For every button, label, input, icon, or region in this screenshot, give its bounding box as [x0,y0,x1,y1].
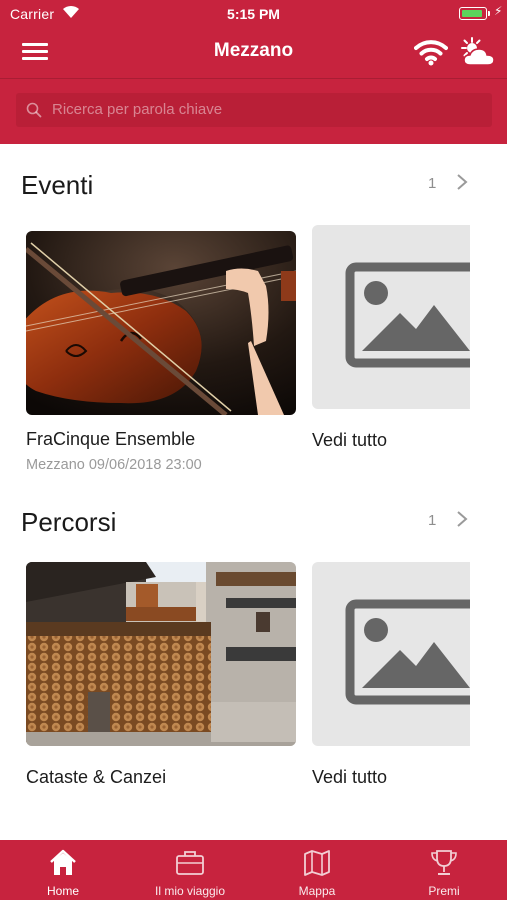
tab-home-label: Home [46,884,79,898]
see-all-eventi-link[interactable]: Vedi tutto [312,430,387,451]
trophy-icon [431,850,457,875]
search-icon [26,102,42,118]
weather-sun-cloud-icon[interactable] [458,36,498,68]
battery-tip [488,11,490,16]
tab-il-mio-viaggio[interactable]: Il mio viaggio [127,840,253,900]
see-all-percorsi-link[interactable]: Vedi tutto [312,767,387,788]
image-placeholder-icon [345,599,470,705]
tab-mappa[interactable]: Mappa [254,840,380,900]
status-bar: Carrier 5:15 PM ⚡ [0,0,507,28]
home-icon [50,849,76,875]
violin-photo [26,231,296,415]
wifi-icon[interactable] [414,38,448,66]
map-icon [304,850,330,876]
section-count-percorsi: 1 [428,512,437,529]
section-count-eventi: 1 [428,175,437,192]
bottom-tab-bar: Home Il mio viaggio Mappa Premi [0,840,507,900]
see-all-eventi-placeholder[interactable] [312,225,470,409]
app-header: Carrier 5:15 PM ⚡ Mezzano Ricerca per pa… [0,0,507,144]
chevron-right-icon[interactable] [455,510,469,528]
section-title-eventi: Eventi [21,170,94,200]
tab-premi[interactable]: Premi [381,840,507,900]
route-card-title[interactable]: Cataste & Canzei [26,767,166,788]
tab-premi-label: Premi [428,884,460,898]
suitcase-icon [176,851,204,875]
event-card-title[interactable]: FraCinque Ensemble [26,429,195,450]
event-card-image[interactable] [26,231,296,415]
tab-il-mio-viaggio-label: Il mio viaggio [154,884,226,898]
search-input[interactable]: Ricerca per parola chiave [16,93,492,127]
woodpile-village-photo [26,562,296,746]
tab-mappa-label: Mappa [298,884,336,898]
search-placeholder: Ricerca per parola chiave [52,101,223,118]
section-title-percorsi: Percorsi [21,507,117,537]
charging-bolt-icon: ⚡ [494,4,503,18]
status-time: 5:15 PM [227,6,280,22]
header-divider [0,78,507,79]
tab-home[interactable]: Home [0,840,126,900]
event-card-subtitle: Mezzano 09/06/2018 23:00 [26,457,202,473]
route-card-image[interactable] [26,562,296,746]
image-placeholder-icon [345,262,470,368]
chevron-right-icon[interactable] [455,173,469,191]
battery-level [461,9,482,17]
see-all-percorsi-placeholder[interactable] [312,562,470,746]
battery-icon [459,7,487,20]
